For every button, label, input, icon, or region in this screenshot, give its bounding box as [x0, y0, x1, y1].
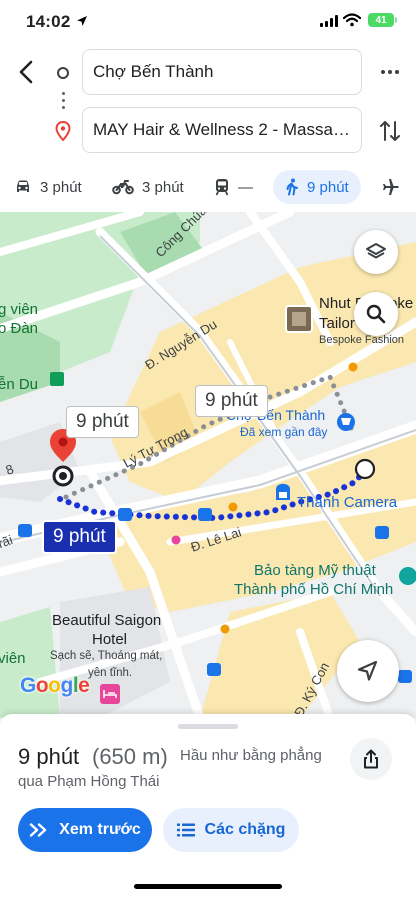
transit-time: — [238, 178, 253, 196]
location-arrow-icon [77, 16, 87, 26]
preview-label: Xem trước [59, 821, 141, 838]
my-location-button[interactable] [337, 640, 399, 702]
park-label-vien: g viên [0, 301, 39, 318]
share-icon [364, 749, 378, 769]
swap-icon[interactable] [378, 118, 402, 144]
car-time: 3 phút [40, 178, 82, 196]
search-icon [366, 304, 386, 324]
battery-level: 41 [375, 14, 387, 26]
poi-label-da-xem: Đã xem gần đây [240, 425, 328, 439]
origin-circle-icon [57, 67, 69, 79]
route-summary-sheet: 9 phút (650 m) Hầu như bằng phẳng qua Ph… [0, 714, 416, 900]
route-duration: 9 phút [18, 744, 80, 769]
search-along-route-button[interactable] [354, 292, 398, 336]
tab-flight[interactable] [382, 170, 408, 204]
back-button[interactable] [12, 58, 40, 86]
poi-label-bespoke-fashion: Bespoke Fashion [319, 334, 404, 346]
poi-label-beautiful-saigon: Beautiful Saigon [52, 612, 162, 629]
list-icon [176, 823, 195, 837]
car-icon [17, 180, 29, 192]
park-label-vien-bottom: viên [0, 650, 26, 667]
battery-indicator: 41 [368, 13, 397, 27]
origin-field[interactable]: Chợ Bến Thành [82, 49, 362, 95]
route-distance: (650 m) [92, 744, 168, 769]
status-time: 14:02 [26, 12, 71, 31]
tab-transit[interactable]: — [214, 170, 253, 204]
poi-label-bao-tang-1: Bảo tàng Mỹ thuật [254, 562, 376, 579]
google-logo: Google [20, 674, 90, 697]
destination-text: MAY Hair & Wellness 2 - Massage & Spa [93, 120, 351, 139]
route-time-bubble-selected[interactable]: 9 phút [42, 520, 117, 554]
back-arrow-icon [19, 60, 33, 84]
steps-button[interactable]: Các chặng [163, 808, 299, 852]
status-bar: 14:02 41 [0, 0, 416, 44]
walk-time: 9 phút [307, 178, 349, 196]
cellular-signal-icon [320, 15, 338, 27]
more-options-icon[interactable] [376, 62, 404, 82]
tab-walk[interactable]: 9 phút [273, 170, 361, 204]
route-dots-icon [62, 92, 65, 113]
share-button[interactable] [350, 738, 392, 780]
tab-car[interactable]: 3 phút [14, 170, 82, 204]
poi-label-en-du: ễn Du [0, 376, 39, 393]
travel-mode-tabs: 3 phút 3 phút — 9 phút [0, 170, 416, 208]
poi-label-bao-tang-2: Thành phố Hồ Chí Minh [234, 581, 394, 598]
home-indicator[interactable] [134, 884, 282, 889]
route-time-bubble-alt-right[interactable]: 9 phút [195, 385, 268, 417]
layers-icon [366, 243, 386, 259]
train-icon [215, 179, 229, 196]
poi-label-hotel: Hotel [92, 631, 128, 648]
walk-icon [286, 178, 298, 196]
route-time-bubble-alt-left[interactable]: 9 phút [66, 406, 139, 438]
poi-label-yen-tinh: yên tĩnh. [88, 667, 133, 679]
navigation-arrow-icon [357, 660, 378, 681]
layers-button[interactable] [354, 230, 398, 274]
map-view[interactable]: Công Chúa g viên o Đàn ễn Du Đ. Nguyễn D… [0, 212, 416, 718]
origin-text: Chợ Bến Thành [93, 62, 214, 81]
poi-label-thanh-camera: Thành Camera [297, 494, 398, 511]
steps-label: Các chặng [204, 821, 286, 838]
destination-pin-icon [55, 121, 71, 141]
tab-motorbike[interactable]: 3 phút [112, 170, 184, 204]
sheet-grabber[interactable] [178, 724, 238, 729]
motorbike-time: 3 phút [142, 178, 184, 196]
plane-icon [383, 179, 399, 195]
preview-button[interactable]: Xem trước [18, 808, 152, 852]
park-label-o-dan: o Đàn [0, 320, 39, 337]
route-terrain: Hầu như bằng phẳng [180, 747, 322, 764]
route-via: qua Phạm Hồng Thái [18, 773, 160, 790]
double-chevron-icon [29, 823, 47, 837]
poi-label-sach-se: Sạch sẽ, Thoáng mát, [50, 650, 163, 662]
destination-field[interactable]: MAY Hair & Wellness 2 - Massage & Spa [82, 107, 362, 153]
wifi-icon [343, 13, 361, 27]
motorbike-icon [112, 180, 134, 195]
poi-label-tailor: Tailor [319, 315, 355, 332]
